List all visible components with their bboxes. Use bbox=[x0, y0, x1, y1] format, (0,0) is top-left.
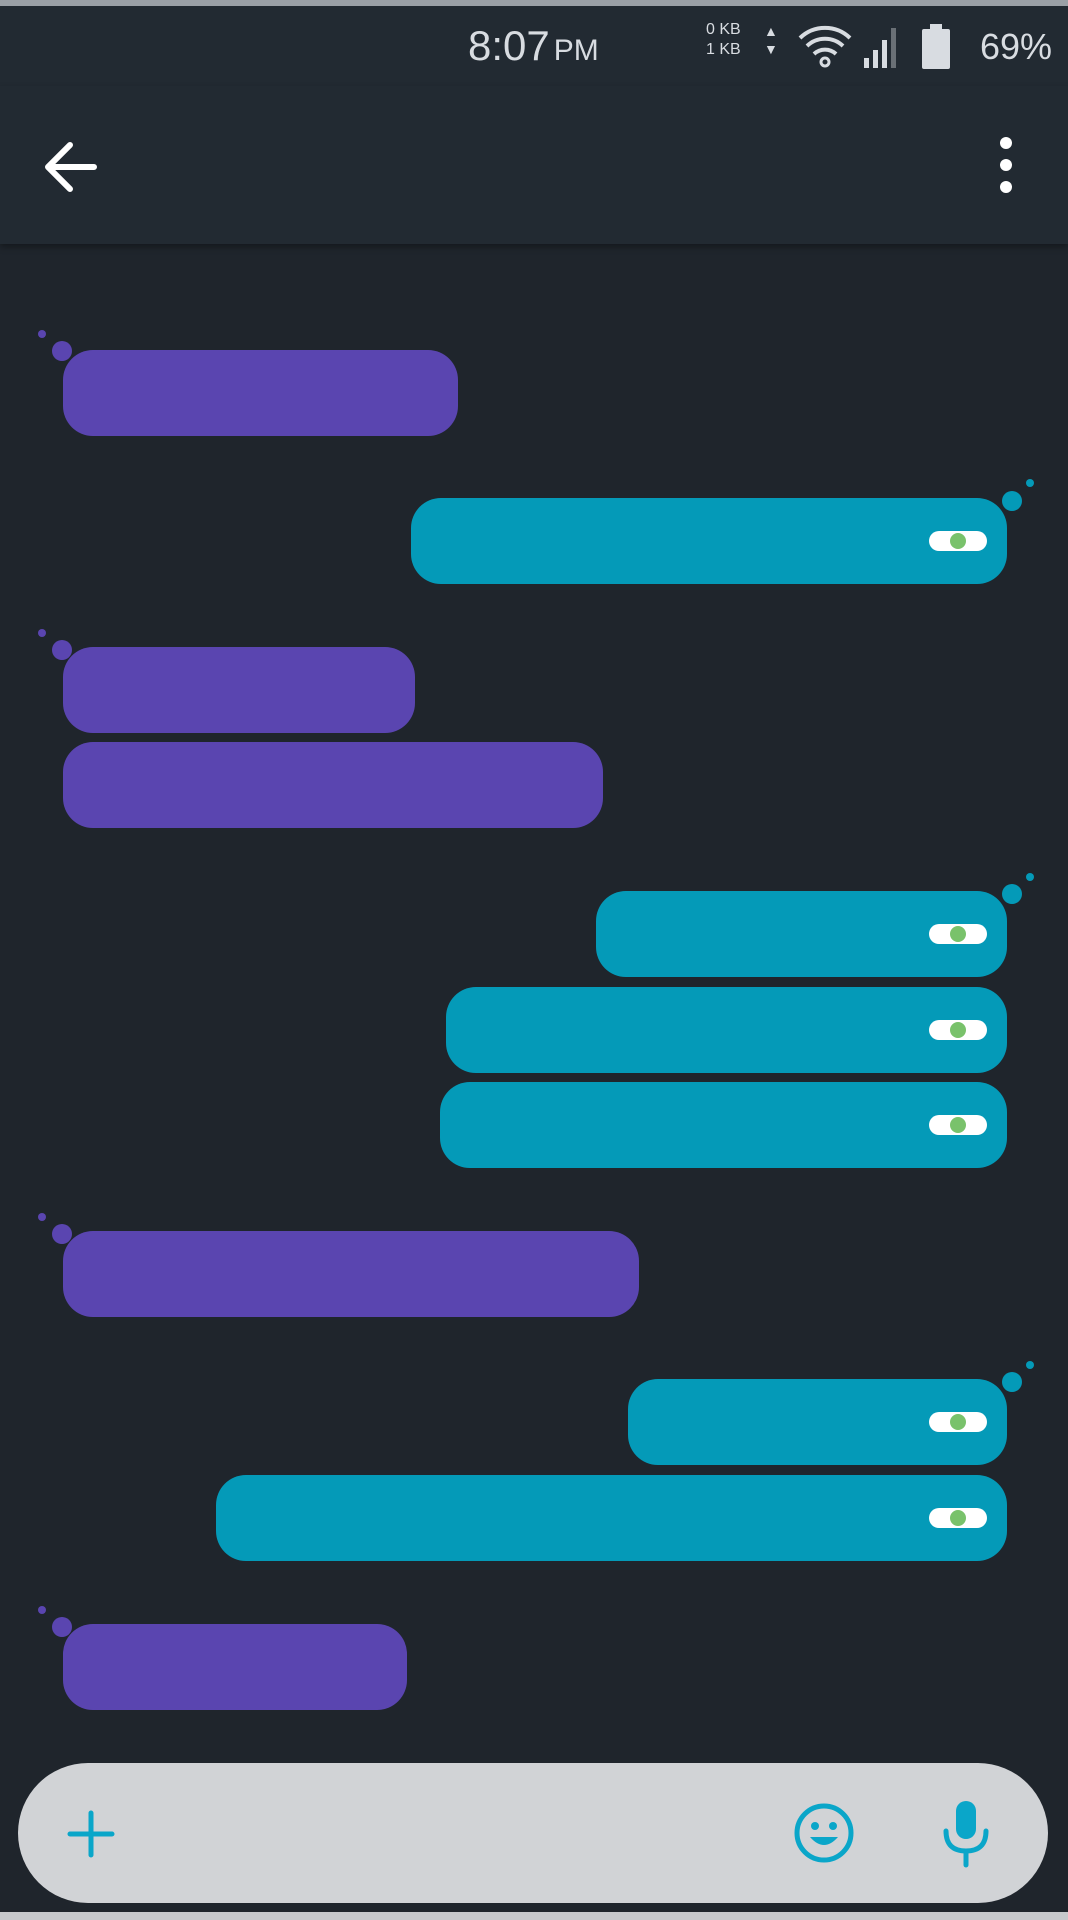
cellular-signal-icon bbox=[862, 22, 902, 75]
microphone-icon bbox=[943, 1801, 989, 1868]
wifi-icon bbox=[796, 22, 854, 75]
received-message-bubble[interactable] bbox=[63, 742, 603, 828]
data-up-label: 0 KB bbox=[706, 21, 741, 38]
read-receipt-indicator bbox=[929, 1412, 987, 1432]
status-time-value: 8:07 bbox=[468, 22, 550, 69]
received-message-bubble[interactable] bbox=[63, 1624, 407, 1710]
more-vert-icon bbox=[1000, 137, 1012, 193]
read-receipt-dot bbox=[950, 1414, 966, 1430]
sent-tail-dot bbox=[1026, 873, 1034, 881]
screen-frame-bottom bbox=[0, 1912, 1068, 1920]
received-tail-dot bbox=[38, 1606, 46, 1614]
read-receipt-indicator bbox=[929, 531, 987, 551]
received-message-bubble[interactable] bbox=[63, 647, 415, 733]
sent-tail-dot bbox=[1002, 884, 1022, 904]
battery-percent: 69% bbox=[980, 26, 1053, 67]
voice-input-button[interactable] bbox=[938, 1797, 994, 1871]
sent-message-bubble[interactable] bbox=[411, 498, 1007, 584]
battery-icon bbox=[920, 24, 952, 75]
attach-button[interactable] bbox=[64, 1807, 118, 1861]
sent-tail-dot bbox=[1002, 491, 1022, 511]
data-arrows-icon: ▲ ▼ bbox=[764, 23, 778, 57]
received-tail-dot bbox=[38, 1213, 46, 1221]
emoji-icon bbox=[794, 1803, 854, 1863]
status-time-ampm: PM bbox=[553, 34, 599, 67]
read-receipt-dot bbox=[950, 1117, 966, 1133]
sent-message-bubble[interactable] bbox=[596, 891, 1007, 977]
data-down-label: 1 KB bbox=[706, 41, 741, 58]
network-speed: 0 KB 1 KB bbox=[706, 20, 741, 60]
sent-tail-dot bbox=[1002, 1372, 1022, 1392]
sent-tail-dot bbox=[1026, 1361, 1034, 1369]
received-tail-dot bbox=[38, 629, 46, 637]
received-message-bubble[interactable] bbox=[63, 1231, 639, 1317]
read-receipt-dot bbox=[950, 926, 966, 942]
received-tail-dot bbox=[52, 341, 72, 361]
sent-tail-dot bbox=[1026, 479, 1034, 487]
emoji-button[interactable] bbox=[792, 1801, 856, 1865]
status-time: 8:07 PM bbox=[468, 22, 599, 70]
arrow-back-icon bbox=[45, 142, 97, 192]
message-composer bbox=[18, 1763, 1048, 1903]
read-receipt-dot bbox=[950, 533, 966, 549]
sent-message-bubble[interactable] bbox=[628, 1379, 1007, 1465]
sent-message-bubble[interactable] bbox=[446, 987, 1007, 1073]
read-receipt-indicator bbox=[929, 924, 987, 944]
received-message-bubble[interactable] bbox=[63, 350, 458, 436]
read-receipt-indicator bbox=[929, 1115, 987, 1135]
read-receipt-indicator bbox=[929, 1508, 987, 1528]
overflow-menu-button[interactable] bbox=[976, 130, 1036, 200]
read-receipt-dot bbox=[950, 1022, 966, 1038]
read-receipt-dot bbox=[950, 1510, 966, 1526]
received-tail-dot bbox=[38, 330, 46, 338]
status-bar: 8:07 PM 0 KB 1 KB ▲ ▼ 69% bbox=[0, 6, 1068, 86]
read-receipt-indicator bbox=[929, 1020, 987, 1040]
sent-message-bubble[interactable] bbox=[216, 1475, 1007, 1561]
app-bar bbox=[0, 86, 1068, 244]
plus-icon bbox=[67, 1810, 115, 1858]
sent-message-bubble[interactable] bbox=[440, 1082, 1007, 1168]
message-input[interactable] bbox=[158, 1793, 762, 1875]
back-button[interactable] bbox=[36, 132, 106, 202]
